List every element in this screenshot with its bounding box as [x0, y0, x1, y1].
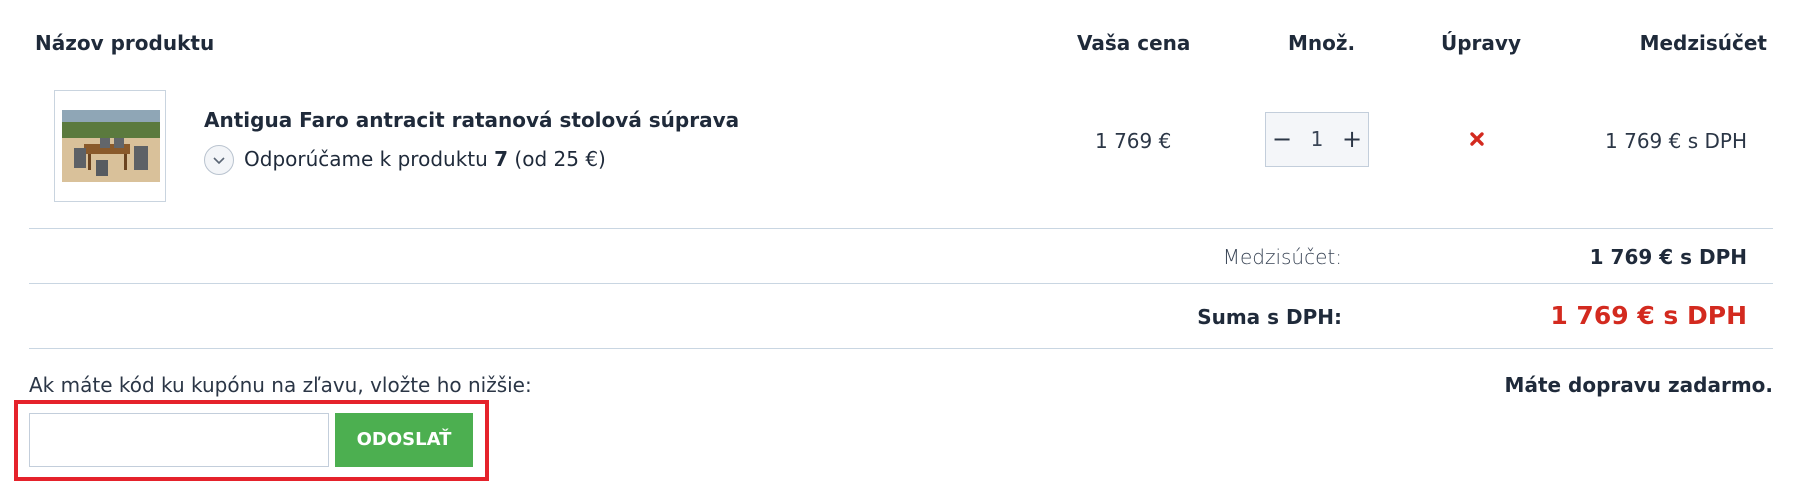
header-actions: Úpravy	[1441, 31, 1521, 55]
divider	[29, 228, 1773, 229]
item-subtotal: 1 769 € s DPH	[1605, 129, 1747, 153]
recommendations-count: 7	[494, 147, 509, 171]
product-image[interactable]	[54, 90, 166, 202]
quantity-decrease-button[interactable]: −	[1266, 113, 1298, 166]
product-photo	[62, 110, 160, 182]
header-subtotal: Medzisúčet	[1639, 31, 1767, 55]
item-price: 1 769 €	[1095, 129, 1172, 153]
header-product-name: Názov produktu	[35, 31, 215, 55]
coupon-submit-button[interactable]: ODOSLAŤ	[335, 413, 473, 467]
recommendations-text[interactable]: Odporúčame k produktu 7 (od 25 €)	[244, 147, 606, 171]
remove-item-button[interactable]	[1466, 128, 1488, 150]
header-quantity: Množ.	[1288, 31, 1356, 55]
recommendations-suffix: (od 25 €)	[508, 147, 606, 171]
recommendations-prefix: Odporúčame k produktu	[244, 147, 495, 171]
recommendations-toggle[interactable]	[204, 145, 234, 175]
free-shipping-note: Máte dopravu zadarmo.	[1504, 373, 1773, 397]
quantity-value[interactable]: 1	[1298, 113, 1336, 166]
product-name-link[interactable]: Antigua Faro antracit ratanová stolová s…	[204, 108, 739, 132]
header-your-price: Vaša cena	[1077, 31, 1191, 55]
subtotal-label: Medzisúčet:	[1222, 245, 1342, 269]
divider	[29, 348, 1773, 349]
total-value: 1 769 € s DPH	[1550, 301, 1747, 330]
total-label: Suma s DPH:	[1197, 305, 1342, 329]
coupon-prompt: Ak máte kód ku kupónu na zľavu, vložte h…	[29, 373, 532, 397]
divider	[29, 283, 1773, 284]
chevron-down-icon	[213, 157, 225, 165]
subtotal-value: 1 769 € s DPH	[1589, 245, 1747, 269]
quantity-increase-button[interactable]: +	[1336, 113, 1368, 166]
close-icon	[1470, 132, 1484, 146]
quantity-stepper: − 1 +	[1265, 112, 1369, 167]
coupon-code-input[interactable]	[29, 413, 329, 467]
